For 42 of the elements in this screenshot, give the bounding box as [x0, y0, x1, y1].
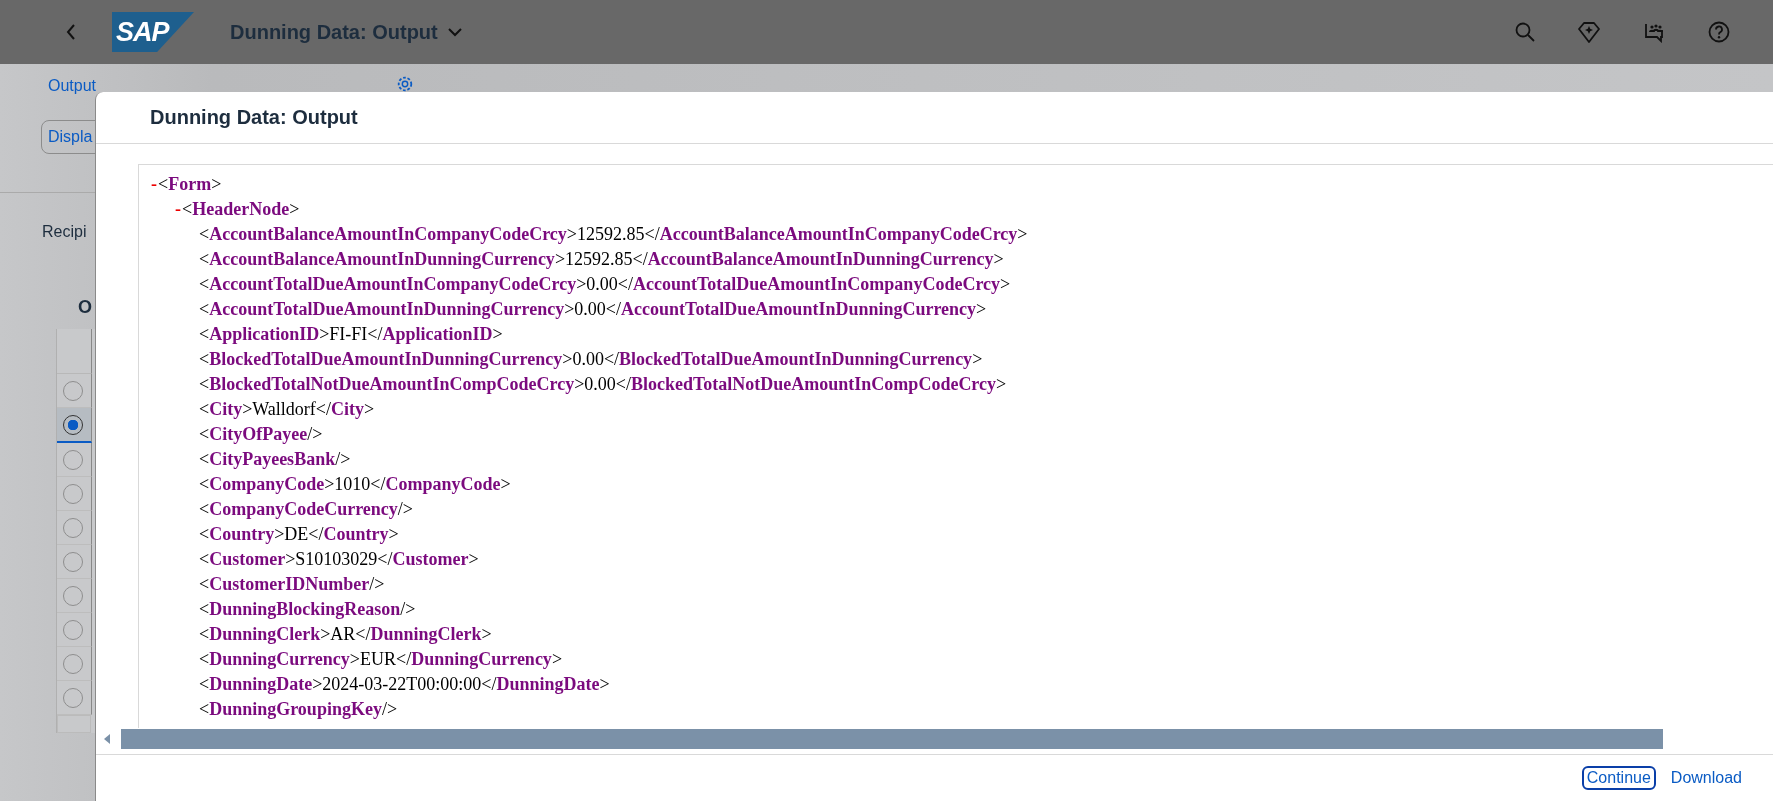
- continue-button[interactable]: Continue: [1581, 765, 1656, 790]
- xml-line: <AccountTotalDueAmountInDunningCurrency>0.00</AccountTotalDueAmountInDunningCurrency>: [199, 298, 987, 319]
- collapse-toggle[interactable]: -: [151, 173, 157, 194]
- xml-line: <DunningClerk>AR</DunningClerk>: [199, 623, 492, 644]
- app-title[interactable]: Dunning Data: Output: [230, 20, 438, 44]
- xml-line: <DunningGroupingKey/>: [199, 698, 398, 719]
- download-button[interactable]: Download: [1665, 765, 1747, 790]
- xml-line: <CompanyCode>1010</CompanyCode>: [199, 473, 511, 494]
- dialog-title: Dunning Data: Output: [150, 105, 358, 129]
- scroll-left-icon[interactable]: [104, 733, 110, 744]
- xml-line: <AccountBalanceAmountInCompanyCodeCrcy>12592.85</AccountBalanceAmountInCompanyCodeCrcy>: [199, 223, 1028, 244]
- chat-people-icon[interactable]: [1643, 21, 1665, 43]
- diamond-icon[interactable]: [1578, 21, 1600, 43]
- xml-line: <Country>DE</Country>: [199, 523, 399, 544]
- xml-line: <CompanyCodeCurrency/>: [199, 498, 413, 519]
- radio-button[interactable]: [63, 414, 83, 435]
- search-icon[interactable]: [1515, 22, 1535, 42]
- xml-line: <HeaderNode>: [182, 198, 300, 219]
- tab[interactable]: Output: [48, 77, 97, 95]
- xml-line: <Customer>S10103029</Customer>: [199, 548, 479, 569]
- xml-line: <CityPayeesBank/>: [199, 448, 351, 469]
- recipient-label: Recipi: [42, 223, 87, 241]
- help-icon[interactable]: [1708, 21, 1730, 43]
- xml-line: <Form>: [158, 173, 222, 194]
- xml-line: <CustomerIDNumber/>: [199, 573, 385, 594]
- xml-line: <DunningCurrency>EUR</DunningCurrency>: [199, 648, 563, 669]
- logo[interactable]: SAP: [112, 12, 194, 52]
- back-icon[interactable]: [66, 24, 76, 40]
- scrollbar-thumb[interactable]: [121, 728, 1663, 749]
- xml-line: <ApplicationID>FI-FI</ApplicationID>: [199, 323, 503, 344]
- xml-line: <AccountTotalDueAmountInCompanyCodeCrcy>0.00</AccountTotalDueAmountInCompanyCodeCrcy>: [199, 273, 1011, 294]
- chevron-down-icon[interactable]: [447, 27, 462, 37]
- xml-line: <AccountBalanceAmountInDunningCurrency>12592.85</AccountBalanceAmountInDunningCurrency>: [199, 248, 1004, 269]
- table-title: O: [78, 297, 92, 319]
- collapse-toggle[interactable]: -: [175, 198, 181, 219]
- xml-line: <City>Walldorf</City>: [199, 398, 375, 419]
- xml-line: <BlockedTotalNotDueAmountInCompCodeCrcy>0.00</BlockedTotalNotDueAmountInCompCodeCrcy>: [199, 373, 1007, 394]
- xml-line: <CityOfPayee/>: [199, 423, 323, 444]
- xml-line: <BlockedTotalDueAmountInDunningCurrency>0.00</BlockedTotalDueAmountInDunningCurrency>: [199, 348, 983, 369]
- xml-line: <DunningBlockingReason/>: [199, 598, 416, 619]
- settings-icon[interactable]: [396, 75, 415, 93]
- xml-line: <DunningDate>2024-03-22T00:00:00</DunningDate>: [199, 673, 610, 694]
